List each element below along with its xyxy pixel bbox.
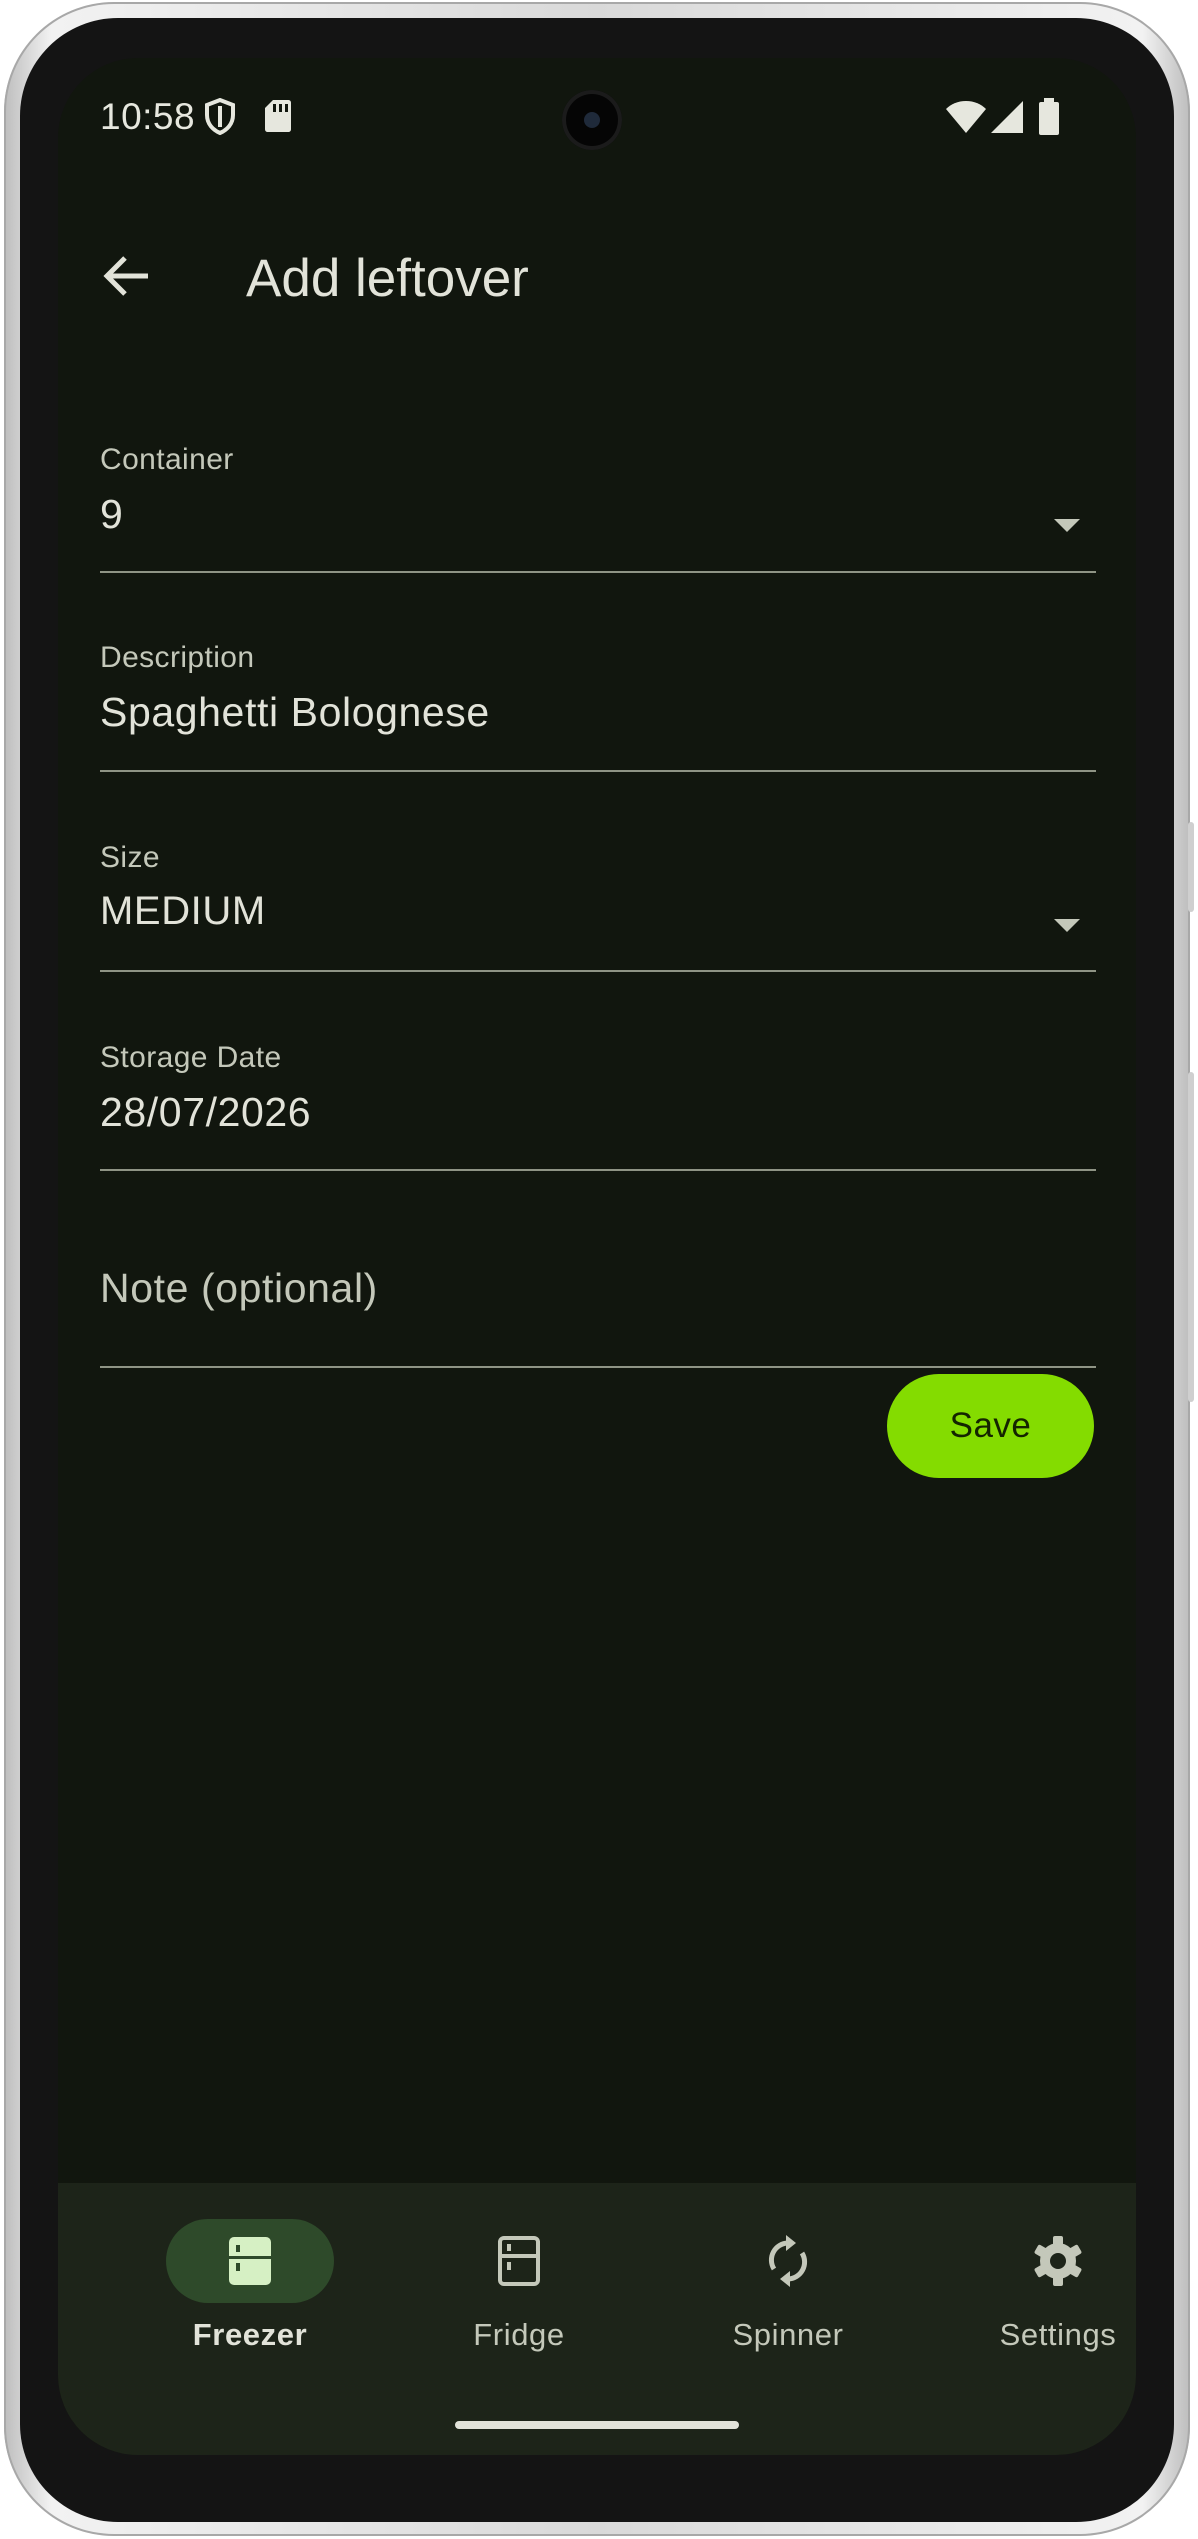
field-underline [100,1169,1096,1171]
status-time: 10:58 [100,96,196,137]
description-field[interactable]: Description Spaghetti Bolognese [100,583,1096,773]
field-underline [100,1366,1096,1368]
bottom-navigation: Freezer Fridge Spinner Settings [58,2183,1136,2455]
page-title: Add leftover [246,249,529,308]
refresh-icon [760,2233,816,2289]
storage-date-value: 28/07/2026 [100,1089,312,1135]
cellular-signal-icon [990,100,1024,139]
storage-date-field[interactable]: Storage Date 28/07/2026 [100,983,1096,1173]
volume-button [1188,822,1194,912]
container-dropdown[interactable]: Container 9 [100,383,1096,573]
home-indicator[interactable] [455,2421,739,2429]
gear-icon [1030,2233,1086,2289]
front-camera [562,90,622,150]
wifi-icon [945,100,987,139]
nav-item-fridge[interactable]: Fridge [384,2219,654,2379]
screen: 10:58 Add leftover Container 9 Descripti… [58,58,1136,2455]
back-button[interactable] [92,244,160,312]
nav-label-spinner: Spinner [732,2317,844,2352]
container-label: Container [100,443,234,476]
description-label: Description [100,641,255,674]
fridge-icon [491,2233,547,2289]
container-value: 9 [100,491,124,537]
power-button [1188,1072,1194,1402]
size-value: MEDIUM [100,889,266,933]
size-dropdown[interactable]: Size MEDIUM [100,783,1096,973]
sd-card-icon [264,98,292,139]
field-underline [100,970,1096,972]
status-bar: 10:58 [58,58,1136,178]
shield-icon [204,97,236,141]
note-field[interactable]: Note (optional) [100,1183,1096,1373]
nav-label-freezer: Freezer [192,2317,308,2352]
nav-item-freezer[interactable]: Freezer [115,2219,385,2379]
nav-label-fridge: Fridge [473,2317,565,2352]
note-placeholder: Note (optional) [100,1265,378,1311]
freezer-icon [222,2233,278,2289]
storage-date-label: Storage Date [100,1041,282,1074]
description-value: Spaghetti Bolognese [100,689,490,735]
size-label: Size [100,841,160,874]
battery-icon [1038,98,1060,141]
nav-label-settings: Settings [999,2317,1117,2352]
arrow-back-icon [102,255,150,302]
save-button[interactable]: Save [887,1374,1094,1478]
app-bar: Add leftover [58,218,1136,338]
nav-item-settings[interactable]: Settings [923,2219,1136,2379]
dropdown-arrow-icon [1054,919,1080,932]
dropdown-arrow-icon [1054,519,1080,532]
nav-item-spinner[interactable]: Spinner [653,2219,923,2379]
field-underline [100,571,1096,573]
field-underline [100,770,1096,772]
